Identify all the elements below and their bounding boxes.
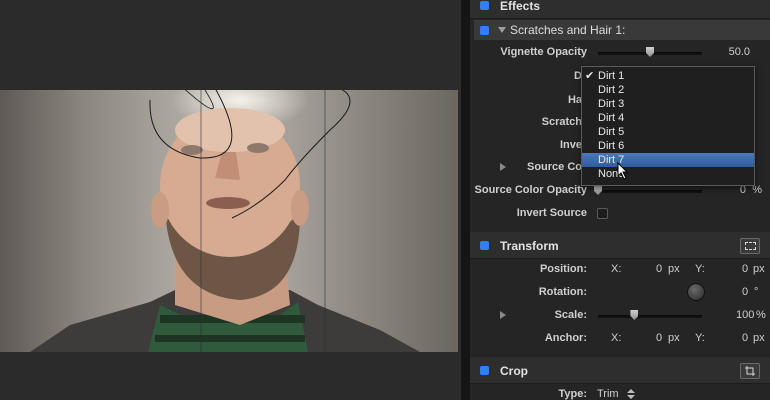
dropdown-item-label: Dirt 6 xyxy=(598,140,625,152)
source-color-opacity-knob[interactable] xyxy=(594,185,602,195)
anchor-x-value[interactable]: 0 xyxy=(656,332,662,344)
source-disclosure-icon[interactable] xyxy=(500,163,506,171)
dropdown-item[interactable]: Dirt 7 xyxy=(582,153,754,167)
frame-image xyxy=(30,90,420,352)
crop-type-stepper-icon[interactable] xyxy=(627,388,635,400)
anchor-x-label: X: xyxy=(611,332,622,344)
vignette-opacity-label: Vignette Opacity xyxy=(500,46,587,58)
dirt-dropdown-menu: ✔ Dirt 1 Dirt 2 Dirt 3 Dirt 4 Dirt 5 Dirt 6 Dir… xyxy=(581,66,755,186)
position-x-label: X: xyxy=(611,263,622,275)
rotation-unit: ° xyxy=(754,286,759,298)
dropdown-item-label: Dirt 4 xyxy=(598,112,625,124)
invert-label: Inve xyxy=(559,139,582,151)
transform-frame-icon xyxy=(745,242,756,250)
dropdown-item-label: Dirt 5 xyxy=(598,126,625,138)
source-color-label: Source Co xyxy=(526,161,582,173)
dropdown-item[interactable]: Dirt 3 xyxy=(582,97,754,111)
checkmark-icon: ✔ xyxy=(585,70,595,82)
invert-source-label: Invert Source xyxy=(516,207,587,219)
dropdown-item[interactable]: None xyxy=(582,167,754,181)
transform-title: Transform xyxy=(500,239,559,253)
scale-unit: % xyxy=(756,309,766,321)
crop-icon xyxy=(745,366,755,376)
vignette-opacity-knob[interactable] xyxy=(646,47,654,57)
effect-enable-checkbox[interactable] xyxy=(480,26,489,35)
position-x-value[interactable]: 0 xyxy=(656,263,662,275)
dropdown-item[interactable]: Dirt 5 xyxy=(582,125,754,139)
crop-header: Crop xyxy=(470,357,770,384)
dropdown-item-label: Dirt 3 xyxy=(598,98,625,110)
anchor-y-value[interactable]: 0 xyxy=(742,332,748,344)
crop-title: Crop xyxy=(500,364,528,378)
anchor-label: Anchor: xyxy=(544,332,587,344)
dropdown-item[interactable]: Dirt 2 xyxy=(582,83,754,97)
anchor-y-label: Y: xyxy=(695,332,705,344)
effects-title: Effects xyxy=(500,0,541,13)
scale-disclosure-icon[interactable] xyxy=(500,311,506,319)
transform-header: Transform xyxy=(470,232,770,259)
rotation-dial[interactable] xyxy=(687,283,705,301)
effects-header: Effects xyxy=(470,0,770,19)
crop-enable-checkbox[interactable] xyxy=(480,366,489,375)
source-color-opacity-slider[interactable] xyxy=(598,190,702,193)
disclosure-down-icon[interactable] xyxy=(498,27,506,33)
scale-knob[interactable] xyxy=(630,310,639,320)
position-y-unit: px xyxy=(753,263,765,275)
crop-type-label: Type: xyxy=(558,388,587,400)
mouse-cursor-icon xyxy=(617,162,629,180)
video-frame[interactable] xyxy=(0,90,458,352)
position-label: Position: xyxy=(539,263,587,275)
video-viewer xyxy=(0,0,461,400)
rotation-value[interactable]: 0 xyxy=(742,286,748,298)
invert-source-checkbox[interactable] xyxy=(597,208,608,219)
anchor-y-unit: px xyxy=(753,332,765,344)
scale-slider[interactable] xyxy=(598,315,702,318)
dropdown-item[interactable]: ✔ Dirt 1 xyxy=(582,69,754,83)
hair-label: Ha xyxy=(567,94,582,106)
dropdown-item-label: Dirt 2 xyxy=(598,84,625,96)
effect-header-scratches[interactable]: Scratches and Hair 1: xyxy=(474,20,770,40)
position-x-unit: px xyxy=(668,263,680,275)
vignette-opacity-value[interactable]: 50.0 xyxy=(729,46,750,58)
panel-divider[interactable] xyxy=(461,0,470,400)
source-color-opacity-label: Source Color Opacity xyxy=(474,184,587,196)
position-y-label: Y: xyxy=(695,263,705,275)
effects-enable-checkbox[interactable] xyxy=(480,1,489,10)
dropdown-item[interactable]: Dirt 6 xyxy=(582,139,754,153)
inspector-panel: Effects Scratches and Hair 1: Vignette O… xyxy=(470,0,770,400)
transform-onscreen-button[interactable] xyxy=(740,238,760,254)
crop-onscreen-button[interactable] xyxy=(740,363,760,379)
effect-name: Scratches and Hair 1: xyxy=(510,23,626,37)
scratch-label: Scratch xyxy=(541,116,582,128)
dropdown-item-label: Dirt 1 xyxy=(598,70,625,82)
scale-label: Scale: xyxy=(554,309,587,321)
rotation-label: Rotation: xyxy=(538,286,587,298)
position-y-value[interactable]: 0 xyxy=(742,263,748,275)
transform-enable-checkbox[interactable] xyxy=(480,241,489,250)
dropdown-item[interactable]: Dirt 4 xyxy=(582,111,754,125)
anchor-x-unit: px xyxy=(668,332,680,344)
crop-type-popup[interactable]: Trim xyxy=(597,388,619,400)
scale-value[interactable]: 100 xyxy=(736,309,754,321)
